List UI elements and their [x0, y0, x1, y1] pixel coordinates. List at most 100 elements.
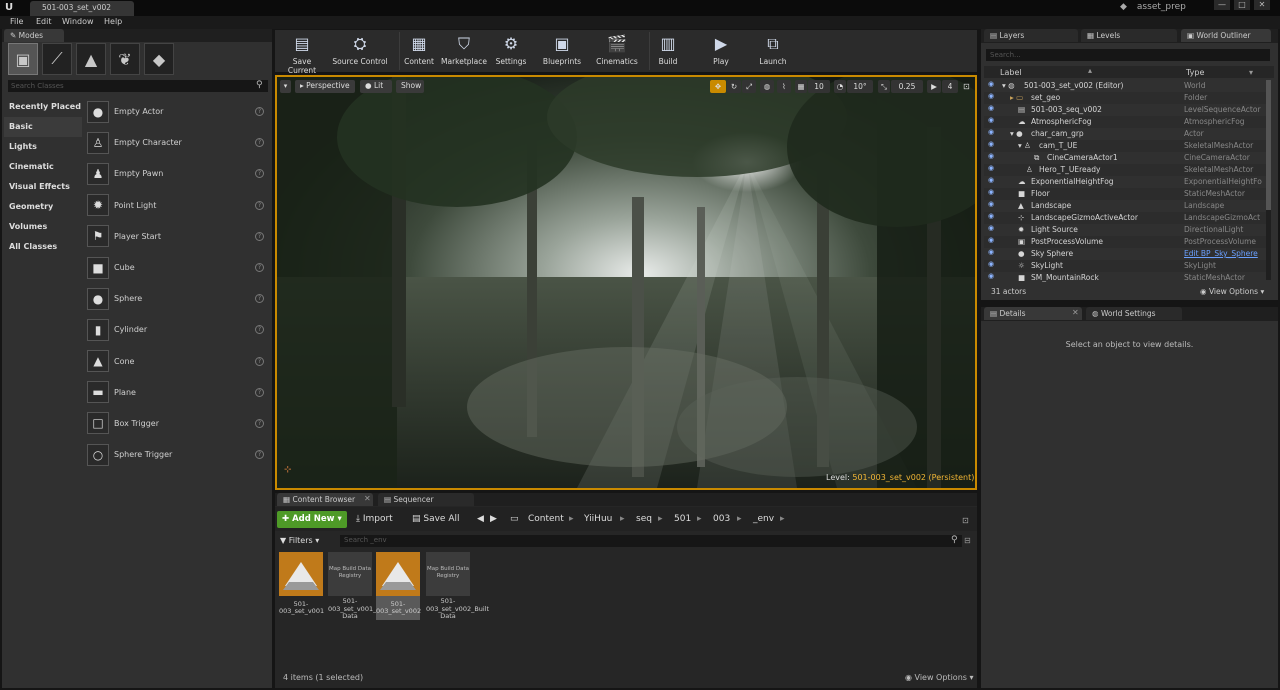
- lit-button[interactable]: ● Lit: [360, 80, 392, 93]
- outliner-row[interactable]: ◉ ✹ Light Source DirectionalLight: [984, 224, 1266, 236]
- outliner-row[interactable]: ◉ ⊹ LandscapeGizmoActiveActor LandscapeGizm…: [984, 212, 1266, 224]
- outliner-row[interactable]: ◉ ☼ SkyLight SkyLight: [984, 260, 1266, 272]
- asset-tile[interactable]: Map Build Data Registry 501-003_set_v002…: [426, 552, 489, 620]
- tab-world-outliner[interactable]: ▣ World Outliner: [1181, 29, 1271, 42]
- eye-icon[interactable]: ◉: [988, 225, 997, 232]
- geometry-mode-icon[interactable]: ◆: [144, 43, 174, 75]
- search-classes-input[interactable]: Search Classes: [8, 80, 268, 92]
- tab-world-settings[interactable]: ◍ World Settings: [1086, 307, 1182, 320]
- document-tab[interactable]: 501-003_set_v002: [30, 1, 134, 16]
- outliner-row[interactable]: ◉ ⧉ CineCameraActor1 CineCameraActor: [984, 152, 1266, 164]
- help-icon[interactable]: ?: [255, 387, 264, 397]
- minimize-button[interactable]: —: [1214, 0, 1230, 10]
- tab-content-browser[interactable]: ▦ Content Browser: [277, 493, 373, 506]
- play-button[interactable]: ▶ Play: [704, 32, 738, 70]
- tab-modes[interactable]: ✎ Modes: [4, 29, 64, 42]
- category-lights[interactable]: Lights: [4, 137, 82, 157]
- class-item[interactable]: ○ Sphere Trigger?: [84, 439, 270, 470]
- help-icon[interactable]: ?: [255, 231, 264, 241]
- eye-icon[interactable]: ◉: [988, 237, 997, 244]
- grid-snap-value[interactable]: 10: [808, 80, 830, 93]
- level-viewport[interactable]: [275, 75, 977, 490]
- viewport-options-icon[interactable]: ▾: [280, 80, 291, 93]
- tab-sequencer[interactable]: ▤ Sequencer: [378, 493, 474, 506]
- class-item[interactable]: □ Box Trigger?: [84, 408, 270, 439]
- eye-icon[interactable]: ◉: [988, 117, 997, 124]
- cb-view-options-button[interactable]: ◉ View Options ▾: [905, 673, 974, 682]
- menu-help[interactable]: Help: [104, 17, 122, 26]
- scale-mode-icon[interactable]: ⤢: [742, 80, 756, 93]
- help-icon[interactable]: ?: [255, 356, 264, 366]
- outliner-search-input[interactable]: Search...: [986, 49, 1270, 61]
- type-dropdown-icon[interactable]: ▾: [1249, 68, 1253, 77]
- close-button[interactable]: ✕: [1254, 0, 1270, 10]
- breadcrumb-item[interactable]: 003: [713, 514, 730, 524]
- outliner-row[interactable]: ◉ ▾ ◍ 501-003_set_v002 (Editor) World: [984, 80, 1266, 92]
- folder-icon[interactable]: ▭: [510, 514, 519, 524]
- tab-levels[interactable]: ▦ Levels: [1081, 29, 1177, 42]
- breadcrumb-item[interactable]: YiiHuu: [584, 514, 612, 524]
- close-tab-icon[interactable]: ✕: [364, 494, 371, 503]
- scale-snap-value[interactable]: 0.25: [891, 80, 923, 93]
- rotation-snap-value[interactable]: 10°: [847, 80, 873, 93]
- help-icon[interactable]: ?: [255, 294, 264, 304]
- class-item[interactable]: ▮ Cylinder?: [84, 314, 270, 345]
- outliner-row[interactable]: ◉ ☁ ExponentialHeightFog ExponentialHeightF…: [984, 176, 1266, 188]
- class-item[interactable]: ■ Cube?: [84, 252, 270, 283]
- filters-button[interactable]: ▼ Filters ▾: [280, 536, 319, 545]
- eye-icon[interactable]: ◉: [988, 105, 997, 112]
- camera-speed-icon[interactable]: ▶: [927, 80, 941, 93]
- maximize-button[interactable]: □: [1234, 0, 1250, 10]
- tab-layers[interactable]: ▤ Layers: [984, 29, 1078, 42]
- class-item[interactable]: ♙ Empty Character?: [84, 127, 270, 158]
- col-type[interactable]: Type: [1186, 68, 1204, 77]
- eye-icon[interactable]: ◉: [988, 213, 997, 220]
- eye-icon[interactable]: ◉: [988, 177, 997, 184]
- outliner-row[interactable]: ◉ ♙ Hero_T_UEready SkeletalMeshActor: [984, 164, 1266, 176]
- outliner-row[interactable]: ◉ ▸ ▭ set_geo Folder: [984, 92, 1266, 104]
- outliner-row[interactable]: ◉ ● Sky Sphere Edit BP_Sky_Sphere: [984, 248, 1266, 260]
- help-icon[interactable]: ?: [255, 107, 264, 117]
- breadcrumb-item[interactable]: seq: [636, 514, 652, 524]
- menu-window[interactable]: Window: [62, 17, 94, 26]
- back-arrow-icon[interactable]: ◀: [477, 514, 484, 524]
- tab-details[interactable]: ▤ Details: [984, 307, 1082, 320]
- camera-speed-value[interactable]: 4: [942, 80, 958, 93]
- search-options-icon[interactable]: ⊟: [964, 536, 971, 545]
- unreal-logo-icon[interactable]: U: [5, 2, 17, 14]
- grid-snap-icon[interactable]: ▦: [795, 80, 807, 93]
- forward-arrow-icon[interactable]: ▶: [490, 514, 497, 524]
- rotation-snap-icon[interactable]: ◔: [834, 80, 846, 93]
- eye-icon[interactable]: ◉: [988, 273, 997, 280]
- outliner-row[interactable]: ◉ ▲ Landscape Landscape: [984, 200, 1266, 212]
- blueprints-button[interactable]: ▣ Blueprints: [540, 32, 584, 70]
- eye-icon[interactable]: ◉: [988, 165, 997, 172]
- eye-icon[interactable]: ◉: [988, 261, 997, 268]
- class-item[interactable]: ▬ Plane?: [84, 377, 270, 408]
- marketplace-button[interactable]: ⛉ Marketplace: [440, 32, 488, 70]
- category-geometry[interactable]: Geometry: [4, 197, 82, 217]
- outliner-row[interactable]: ◉ ☁ AtmosphericFog AtmosphericFog: [984, 116, 1266, 128]
- category-cinematic[interactable]: Cinematic: [4, 157, 82, 177]
- class-item[interactable]: ▲ Cone?: [84, 346, 270, 377]
- surface-snap-icon[interactable]: ⌇: [777, 80, 791, 93]
- scrollbar-thumb[interactable]: [1266, 80, 1271, 210]
- class-item[interactable]: ⚑ Player Start?: [84, 221, 270, 252]
- help-icon[interactable]: ?: [255, 200, 264, 210]
- content-search-input[interactable]: Search _env: [340, 535, 962, 547]
- help-icon[interactable]: ?: [255, 418, 264, 428]
- col-label[interactable]: Label: [1000, 68, 1022, 77]
- place-mode-icon[interactable]: ▣: [8, 43, 38, 75]
- help-icon[interactable]: ?: [255, 263, 264, 273]
- help-icon[interactable]: ?: [255, 169, 264, 179]
- breadcrumb-item[interactable]: _env: [753, 514, 774, 524]
- eye-icon[interactable]: ◉: [988, 189, 997, 196]
- eye-icon[interactable]: ◉: [988, 201, 997, 208]
- scale-snap-icon[interactable]: ⤡: [878, 80, 890, 93]
- help-icon[interactable]: ?: [255, 325, 264, 335]
- outliner-row[interactable]: ◉ ▣ PostProcessVolume PostProcessVolume: [984, 236, 1266, 248]
- breadcrumb-item[interactable]: Content: [528, 514, 564, 524]
- asset-tile[interactable]: Map Build Data Registry 501-003_set_v001…: [328, 552, 391, 620]
- category-recently-placed[interactable]: Recently Placed: [4, 97, 82, 117]
- menu-edit[interactable]: Edit: [36, 17, 52, 26]
